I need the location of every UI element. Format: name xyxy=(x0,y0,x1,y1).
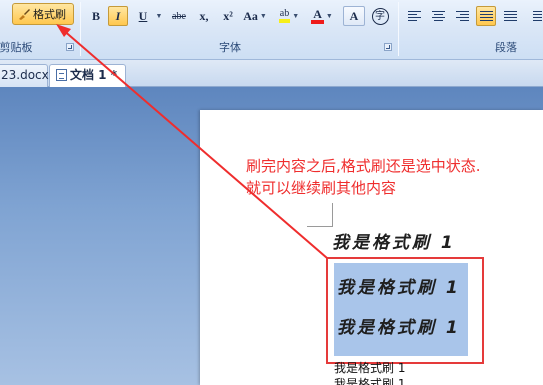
highlight-icon: ab xyxy=(278,9,291,23)
plain-paragraph[interactable]: 我是格式刷 1 xyxy=(334,376,405,385)
justify-button[interactable] xyxy=(476,6,496,26)
font-dialog-launcher[interactable] xyxy=(384,43,392,51)
margin-corner-mark xyxy=(307,203,333,227)
strikethrough-button[interactable]: abe xyxy=(167,6,191,26)
annotation-line-1: 刷完内容之后,格式刷还是选中状态. xyxy=(246,157,481,175)
distributed-button[interactable] xyxy=(500,6,520,26)
tab-label: 23.docx xyxy=(1,68,49,82)
font-group-caption: 字体 xyxy=(219,41,241,54)
line-spacing-icon xyxy=(533,11,542,22)
chevron-down-icon: ▼ xyxy=(259,12,267,20)
justify-icon xyxy=(480,11,493,22)
document-page[interactable]: 刷完内容之后,格式刷还是选中状态. 就可以继续刷其他内容 我是格式刷 1 我是格… xyxy=(200,110,543,385)
plain-paragraph[interactable]: 我是格式刷 1 xyxy=(334,360,405,376)
highlight-box xyxy=(326,257,484,364)
enclose-characters-button[interactable]: 字 xyxy=(369,6,391,26)
tab-label: 文档 1 * xyxy=(70,68,117,82)
align-left-button[interactable] xyxy=(404,6,424,26)
document-icon xyxy=(56,69,67,81)
group-divider xyxy=(80,2,81,56)
align-right-button[interactable] xyxy=(452,6,472,26)
character-shading-button[interactable]: A xyxy=(343,6,365,26)
subscript-button[interactable]: x, xyxy=(193,6,215,26)
clipboard-group-caption: 剪贴板 xyxy=(0,41,33,54)
document-tab-bar: 23.docx 文档 1 * xyxy=(0,60,543,87)
styled-paragraph[interactable]: 我是格式刷 1 xyxy=(332,232,456,254)
align-left-icon xyxy=(408,11,421,22)
ribbon: 格式刷 剪贴板 B I U ▼ abe x, x² Aa ▼ ab ▼ A ▼ A 字… xyxy=(0,0,543,60)
tab-23-docx[interactable]: 23.docx xyxy=(0,64,49,87)
highlight-color-button[interactable]: ab ▼ xyxy=(274,6,304,26)
chevron-down-icon: ▼ xyxy=(325,12,333,20)
annotation-line-2: 就可以继续刷其他内容 xyxy=(246,179,397,197)
tab-document-1[interactable]: 文档 1 * xyxy=(49,64,126,87)
change-case-button[interactable]: Aa ▼ xyxy=(242,6,268,26)
font-color-icon: A xyxy=(311,8,324,24)
underline-dropdown[interactable]: ▼ xyxy=(153,6,163,26)
line-spacing-button[interactable] xyxy=(526,6,543,26)
superscript-button[interactable]: x² xyxy=(217,6,239,26)
align-right-icon xyxy=(456,11,469,22)
document-workspace: 刷完内容之后,格式刷还是选中状态. 就可以继续刷其他内容 我是格式刷 1 我是格… xyxy=(0,87,543,385)
align-center-icon xyxy=(432,11,445,22)
font-color-button[interactable]: A ▼ xyxy=(308,6,336,26)
format-painter-button[interactable]: 格式刷 xyxy=(12,3,74,25)
align-center-button[interactable] xyxy=(428,6,448,26)
paintbrush-icon xyxy=(19,9,30,20)
italic-button[interactable]: I xyxy=(108,6,128,26)
paragraph-group-caption: 段落 xyxy=(495,41,517,54)
change-case-label: Aa xyxy=(243,8,258,23)
clipboard-dialog-launcher[interactable] xyxy=(66,43,74,51)
group-divider xyxy=(398,2,399,56)
underline-button[interactable]: U xyxy=(133,6,153,26)
enclose-characters-icon: 字 xyxy=(371,7,389,25)
chevron-down-icon: ▼ xyxy=(155,12,163,20)
bold-button[interactable]: B xyxy=(87,6,105,26)
chevron-down-icon: ▼ xyxy=(292,12,300,20)
format-painter-label: 格式刷 xyxy=(33,8,66,21)
annotation-text: 刷完内容之后,格式刷还是选中状态. 就可以继续刷其他内容 xyxy=(246,155,543,199)
distributed-icon xyxy=(504,11,517,22)
